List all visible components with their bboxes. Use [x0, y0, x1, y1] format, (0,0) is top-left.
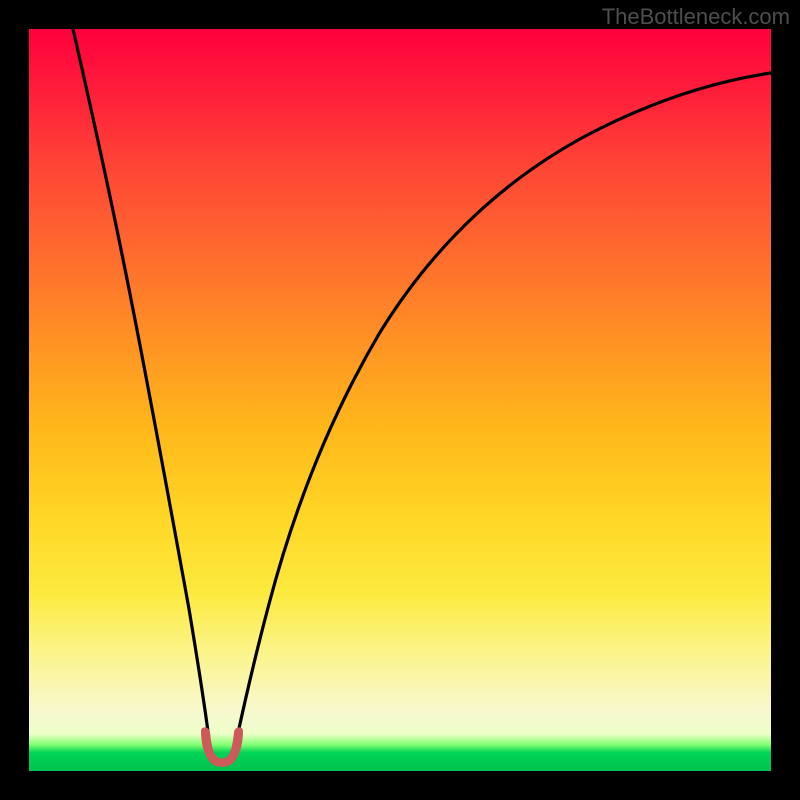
chart-plot-area — [29, 29, 771, 771]
curve-right-branch — [233, 73, 771, 756]
watermark-text: TheBottleneck.com — [602, 4, 790, 30]
chart-curves — [29, 29, 771, 771]
valley-blob-icon — [201, 727, 243, 767]
curve-left-branch — [73, 29, 211, 756]
chart-frame: TheBottleneck.com — [0, 0, 800, 800]
